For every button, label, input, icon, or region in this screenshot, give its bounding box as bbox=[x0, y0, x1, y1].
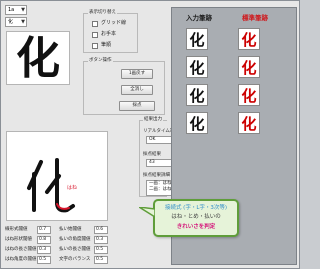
feature-callout: 接続式 (字・L字・3次等) はね・とめ・払いの きれいさを判定 bbox=[153, 199, 239, 237]
thumbnail-character: 化 bbox=[241, 87, 257, 105]
standard-thumbnail[interactable]: 化 bbox=[238, 56, 260, 78]
input-thumbnail[interactable]: 化 bbox=[186, 56, 208, 78]
param-value[interactable]: 0.5 bbox=[94, 256, 108, 264]
character-value: 化 bbox=[8, 19, 14, 25]
input-thumbnail[interactable]: 化 bbox=[186, 28, 208, 50]
character-preview: 化 bbox=[6, 31, 70, 85]
detail-label: 採点結果詳細 bbox=[143, 173, 170, 178]
param-label: はね角度の閾値 bbox=[5, 257, 37, 262]
undo-stroke-button[interactable]: 1画戻す bbox=[121, 69, 153, 79]
grid-line-checkbox[interactable]: グリッド線 bbox=[92, 20, 126, 27]
param-value[interactable]: 0.3 bbox=[37, 246, 51, 254]
character-select[interactable]: 化 ▼ bbox=[5, 17, 27, 27]
chevron-down-icon: ▼ bbox=[21, 19, 25, 25]
display-group-title: 表示切り替え bbox=[88, 10, 117, 16]
param-label: はねの長さ閾値 bbox=[5, 247, 37, 252]
param-value[interactable]: 0.5 bbox=[94, 246, 108, 254]
preview-character: 化 bbox=[16, 33, 60, 84]
checkbox-box bbox=[92, 42, 98, 49]
callout-line-3: きれいさを判定 bbox=[176, 224, 216, 230]
checkbox-box bbox=[92, 31, 98, 38]
thumbnail-character: 化 bbox=[241, 115, 257, 133]
score-label: 採点結果 bbox=[143, 152, 161, 157]
annotation-label: はね bbox=[67, 185, 78, 191]
button-group-title: ボタン操作 bbox=[88, 58, 113, 64]
callout-line-1: 接続式 (字・L字・3次等) bbox=[164, 205, 228, 211]
kanji-set-value: 1a bbox=[8, 7, 15, 13]
param-label: 線形式閾値 bbox=[5, 227, 28, 232]
standard-thumbnail[interactable]: 化 bbox=[238, 28, 260, 50]
input-thumbnail[interactable]: 化 bbox=[186, 112, 208, 134]
param-label: はね形状閾値 bbox=[5, 237, 32, 242]
drawing-canvas[interactable]: はね bbox=[6, 131, 108, 221]
param-label: 文字のバランス bbox=[59, 257, 91, 262]
checkbox-label: 筆順 bbox=[101, 42, 112, 48]
callout-pointer bbox=[139, 207, 155, 218]
param-value[interactable]: 0.8 bbox=[37, 236, 51, 244]
standard-thumbnail[interactable]: 化 bbox=[238, 84, 260, 106]
param-value[interactable]: 0.7 bbox=[37, 226, 51, 234]
param-value[interactable]: 0.6 bbox=[94, 226, 108, 234]
thumbnail-character: 化 bbox=[189, 59, 205, 77]
checkbox-label: グリッド線 bbox=[101, 20, 127, 26]
param-label: 払い始閾値 bbox=[59, 227, 82, 232]
kanji-set-select[interactable]: 1a ▼ bbox=[5, 5, 27, 15]
input-strokes-header: 入力筆跡 bbox=[186, 14, 212, 22]
score-button[interactable]: 採点 bbox=[119, 101, 155, 111]
app-window: 1a ▼ 化 ▼ 化 表示切り替え グリッド線 お手本 筆順 ボタン操作 1画戻… bbox=[0, 0, 300, 269]
chevron-down-icon: ▼ bbox=[21, 7, 25, 13]
input-thumbnail[interactable]: 化 bbox=[186, 84, 208, 106]
param-value[interactable]: 0.5 bbox=[37, 256, 51, 264]
param-label: 払いの長さ閾値 bbox=[59, 247, 91, 252]
thumbnail-character: 化 bbox=[189, 115, 205, 133]
display-toggle-group: 表示切り替え グリッド線 お手本 筆順 bbox=[83, 10, 138, 53]
thumbnail-character: 化 bbox=[189, 31, 205, 49]
param-value[interactable]: 0.3 bbox=[94, 236, 108, 244]
param-label: 払いの角度閾値 bbox=[59, 237, 91, 242]
handwriting-strokes bbox=[27, 158, 75, 213]
standard-strokes-header: 標準筆跡 bbox=[242, 14, 268, 22]
model-checkbox[interactable]: お手本 bbox=[92, 31, 116, 38]
thumbnail-character: 化 bbox=[241, 59, 257, 77]
results-group-title: 結果出力 bbox=[143, 117, 163, 123]
thumbnail-character: 化 bbox=[189, 87, 205, 105]
stroke-order-checkbox[interactable]: 筆順 bbox=[92, 42, 111, 49]
standard-thumbnail[interactable]: 化 bbox=[238, 112, 260, 134]
checkbox-label: お手本 bbox=[101, 31, 117, 37]
clear-all-button[interactable]: 全消し bbox=[121, 85, 153, 95]
callout-line-2: はね・とめ・払いの bbox=[171, 214, 221, 220]
thumbnail-character: 化 bbox=[241, 31, 257, 49]
checkbox-box bbox=[92, 20, 98, 27]
